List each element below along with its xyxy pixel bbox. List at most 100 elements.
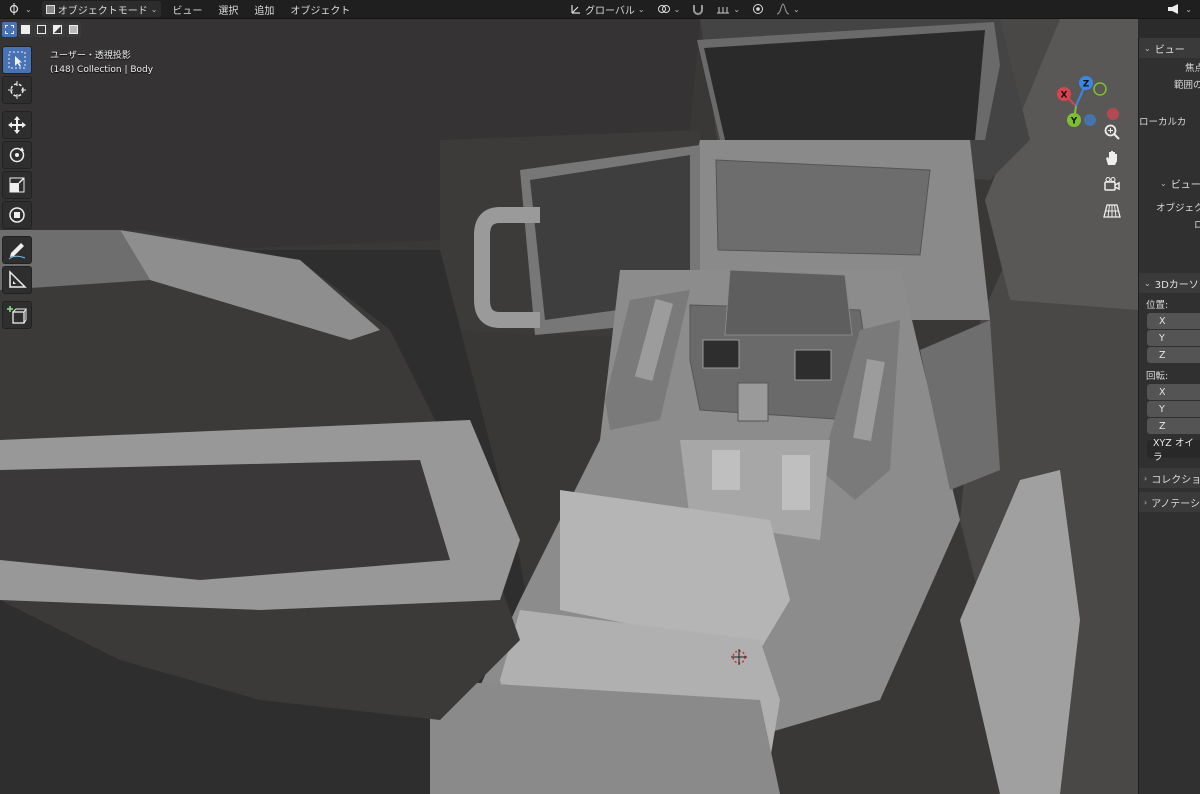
local-camera-label: ローカルカ (1139, 116, 1187, 128)
gizmo-neg-x-axis[interactable] (1107, 108, 1119, 120)
select-invert-button[interactable] (50, 21, 65, 37)
cursor-rotation-x-field[interactable]: X (1147, 384, 1200, 400)
gizmo-neg-z-axis[interactable] (1084, 114, 1096, 126)
cursor-location-y-field[interactable]: Y (1147, 330, 1200, 346)
select-intersect-button[interactable] (66, 21, 81, 37)
camera-view-button[interactable] (1099, 172, 1125, 196)
chevron-right-icon: › (1144, 497, 1148, 507)
collection-section-header[interactable]: › コレクショ (1139, 468, 1200, 488)
move-tool[interactable] (2, 111, 32, 139)
lock-label: ロ (1139, 215, 1200, 232)
select-extend-button[interactable] (18, 21, 33, 37)
chevron-down-icon: ⌄ (1160, 178, 1167, 188)
cursor-icon (8, 81, 26, 99)
measure-tool[interactable] (2, 266, 32, 294)
transform-orientation-dropdown[interactable]: グローバル ⌄ (566, 1, 649, 17)
pivot-icon (657, 5, 670, 13)
axis-x-label: X (1159, 315, 1166, 327)
gizmo-neg-y-axis[interactable] (1093, 82, 1107, 96)
add-cube-tool[interactable] (2, 301, 32, 329)
orientation-icon (571, 5, 580, 14)
proportional-edit-toggle[interactable] (748, 1, 768, 17)
view-lock-section-header[interactable]: ⌄ ビュー (1139, 173, 1200, 193)
rot-axis-x-label: X (1159, 386, 1166, 398)
chevron-down-icon: ⌄ (150, 4, 158, 14)
rotate-icon (9, 147, 25, 163)
menu-view[interactable]: ビュー (167, 2, 207, 17)
cursor-location-x-field[interactable]: X (1147, 313, 1200, 329)
move-icon (8, 116, 26, 134)
rotation-mode-dropdown[interactable]: XYZ オイラ (1147, 438, 1200, 463)
view-section-label: ビュー (1154, 44, 1185, 56)
ortho-toggle-button[interactable] (1099, 199, 1125, 223)
megaphone-icon (1168, 4, 1179, 14)
menu-add[interactable]: 追加 (249, 2, 279, 17)
annotation-section-label: アノテーシ (1151, 498, 1200, 510)
select-subtract-button[interactable] (34, 21, 49, 37)
cockpit-scene (0, 19, 1138, 794)
collection-info-label: (148) Collection | Body (50, 65, 154, 75)
rot-axis-y-label: Y (1159, 403, 1165, 415)
rotation-label: 回転: (1146, 371, 1169, 382)
chevron-down-icon: ⌄ (637, 4, 645, 14)
lock-object-label: オブジェク (1156, 202, 1200, 214)
select-box-tool[interactable] (2, 46, 32, 74)
annotation-section-header[interactable]: › アノテーシ (1139, 492, 1200, 512)
mode-dropdown[interactable]: オブジェクトモード ⌄ (41, 1, 162, 17)
gizmo-z-label: Z (1083, 80, 1090, 90)
3d-viewport[interactable]: ユーザー・透視投影 (148) Collection | Body X Z Y (0, 19, 1138, 794)
transform-icon (9, 207, 25, 223)
transform-tool[interactable] (2, 201, 32, 229)
view-section-header[interactable]: ⌄ ビュー (1139, 38, 1200, 58)
zoom-button[interactable] (1099, 120, 1125, 144)
axis-z-label: Z (1159, 349, 1166, 361)
chevron-right-icon: › (1144, 473, 1148, 483)
annotate-tool[interactable] (2, 236, 32, 264)
cursor-rotation-z-field[interactable]: Z (1147, 418, 1200, 434)
add-cube-icon (7, 306, 27, 324)
snap-increment-icon (717, 7, 730, 14)
editor-type-button[interactable]: ⌄ (4, 1, 36, 17)
axis-y-label: Y (1159, 332, 1165, 344)
editor-type-icon (9, 3, 19, 15)
mode-label: オブジェクトモード (57, 5, 148, 17)
rot-axis-z-label: Z (1159, 420, 1166, 432)
object-mode-icon (45, 4, 55, 14)
cursor-rotation-y-field[interactable]: Y (1147, 401, 1200, 417)
snap-toggle[interactable] (688, 1, 708, 17)
camera-icon (1104, 177, 1120, 191)
viewport-header: ⌄ オブジェクトモード ⌄ ビュー 選択 追加 オブジェクト グローバル ⌄ ⌄… (0, 0, 1200, 19)
select-box-icon (8, 51, 26, 69)
pan-button[interactable] (1099, 146, 1125, 170)
cursor-tool[interactable] (2, 76, 32, 104)
visibility-dropdown[interactable]: ⌄ (1162, 1, 1196, 17)
chevron-down-icon: ⌄ (793, 4, 800, 14)
snap-target-dropdown[interactable]: ⌄ (712, 1, 744, 17)
ruler-icon (9, 270, 27, 288)
view-lock-section-label: ビュー (1170, 179, 1200, 191)
pivot-point-dropdown[interactable]: ⌄ (653, 1, 685, 17)
menu-object[interactable]: オブジェクト (285, 2, 355, 17)
collection-section-label: コレクショ (1151, 474, 1200, 486)
falloff-dropdown[interactable]: ⌄ (772, 1, 804, 17)
rotation-mode-label: XYZ オイラ (1153, 438, 1194, 463)
3d-cursor-section-header[interactable]: ⌄ 3Dカーソ (1139, 273, 1200, 293)
orientation-label: グローバル (585, 5, 635, 17)
select-new-button[interactable] (2, 21, 17, 37)
falloff-curve-icon (776, 3, 790, 15)
cursor-location-z-field[interactable]: Z (1147, 347, 1200, 363)
location-label: 位置: (1146, 300, 1169, 311)
sidebar-panel: ⌄ ビュー 焦点 範囲の ローカルカ ⌄ ビュー オブジェク ロ ⌄ 3Dカーソ… (1138, 38, 1200, 794)
scale-icon (9, 177, 25, 193)
scale-tool[interactable] (2, 171, 32, 199)
gizmo-x-label: X (1061, 91, 1068, 101)
clip-range-label: 範囲の (1174, 79, 1200, 91)
grid-icon (1103, 204, 1121, 218)
magnet-icon (693, 5, 704, 15)
rotate-tool[interactable] (2, 141, 32, 169)
tool-shelf (2, 46, 34, 329)
hand-icon (1106, 151, 1117, 165)
menu-select[interactable]: 選択 (213, 2, 243, 17)
gizmo-y-label: Y (1070, 117, 1078, 127)
chevron-down-icon: ⌄ (1144, 43, 1151, 53)
